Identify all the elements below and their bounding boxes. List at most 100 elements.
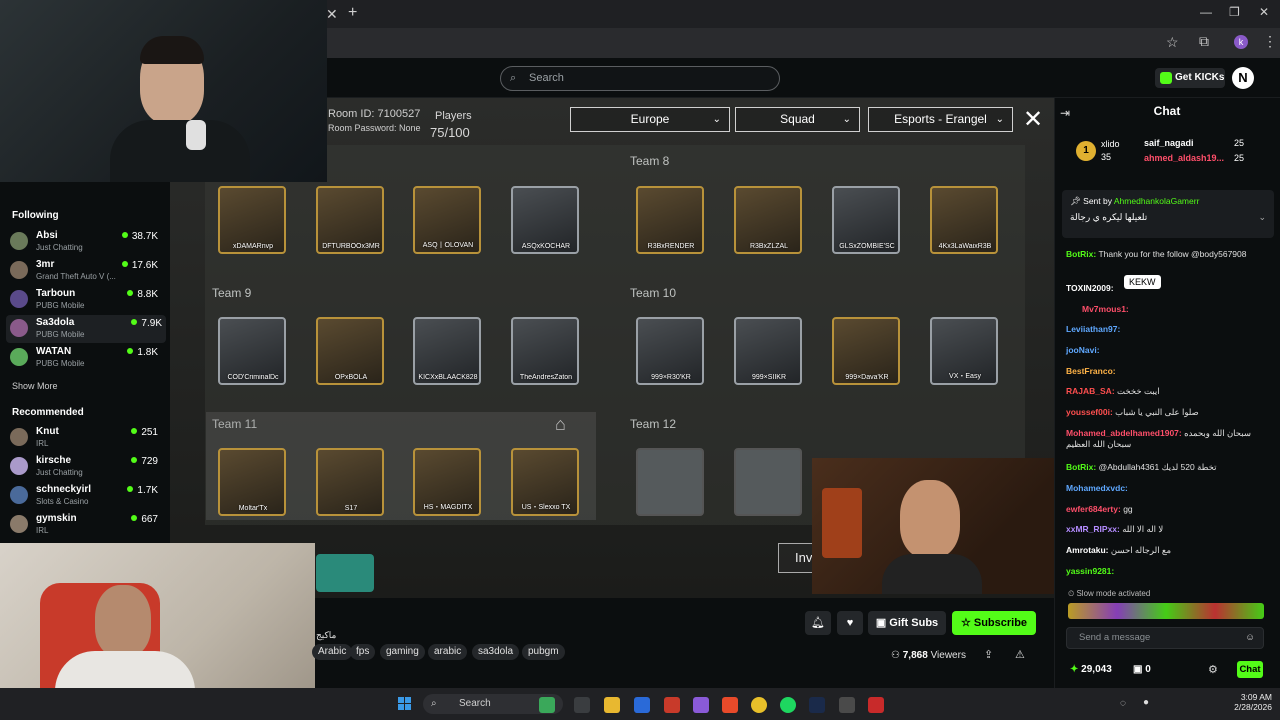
- chat-username[interactable]: xxMR_RIPxx:: [1066, 524, 1120, 534]
- gift-subs-button[interactable]: ▣ Gift Subs: [868, 611, 946, 635]
- region-dropdown[interactable]: Europe ⌄: [570, 107, 730, 132]
- network-icon[interactable]: ◌: [1120, 698, 1126, 709]
- chat-username[interactable]: Mohamed_abdelhamed1907:: [1066, 428, 1182, 438]
- task-view-icon[interactable]: [574, 697, 590, 713]
- sidebar-channel[interactable]: gymskin IRL 667: [10, 511, 162, 539]
- channel-avatar: [10, 486, 28, 504]
- menu-icon[interactable]: ⋮: [1263, 33, 1277, 50]
- redemptions[interactable]: ▣ 0: [1133, 664, 1151, 675]
- chat-username[interactable]: BestFranco:: [1066, 366, 1116, 376]
- chat-username[interactable]: BotRix:: [1066, 462, 1096, 472]
- search-placeholder: Search: [529, 72, 564, 84]
- gifter-name[interactable]: saif_nagadi: [1144, 138, 1194, 148]
- player-name: 999×Dava'KR: [845, 374, 889, 381]
- chat-username[interactable]: TOXIN2009:: [1066, 283, 1114, 293]
- room-password: Room Password: None: [328, 123, 421, 133]
- tag-chip[interactable]: Arabic: [312, 644, 353, 660]
- app-icon[interactable]: [722, 697, 738, 713]
- new-tab-icon[interactable]: +: [348, 4, 357, 22]
- viewer-count: 17.6K: [122, 260, 158, 271]
- emoji-icon[interactable]: ☺: [1245, 628, 1255, 648]
- sidebar-channel[interactable]: Knut IRL 251: [10, 424, 162, 452]
- channel-category: PUBG Mobile: [36, 301, 85, 310]
- room-info: Room ID: 7100527 Room Password: None: [328, 108, 421, 133]
- report-icon[interactable]: ⚠: [1015, 648, 1025, 661]
- lobby-close-icon[interactable]: ✕: [1020, 108, 1046, 134]
- maximize-icon[interactable]: ❐: [1229, 5, 1240, 19]
- tag-chip[interactable]: sa3dola: [472, 644, 520, 660]
- app-icon[interactable]: [664, 697, 680, 713]
- players-count: 75/100: [430, 125, 470, 140]
- channel-name: Absi: [36, 230, 58, 241]
- widgets-icon[interactable]: [539, 697, 555, 713]
- chat-message: BestFranco:: [1066, 366, 1266, 377]
- minimize-icon[interactable]: —: [1200, 5, 1212, 19]
- chat-username[interactable]: RAJAB_SA:: [1066, 386, 1115, 396]
- profile-icon[interactable]: k: [1234, 35, 1248, 49]
- mode-dropdown[interactable]: Squad ⌄: [735, 107, 860, 132]
- chat-username[interactable]: ewfer684erty:: [1066, 504, 1121, 514]
- sidebar-channel[interactable]: schneckyirl Slots & Casino 1.7K: [10, 482, 162, 510]
- chat-message: jooNavi:: [1066, 345, 1266, 356]
- player-card: Moltar'Tx: [218, 448, 286, 516]
- window-close-icon[interactable]: ✕: [1259, 5, 1269, 19]
- tag-chip[interactable]: fps: [350, 644, 376, 660]
- chrome-icon[interactable]: [751, 697, 767, 713]
- get-kicks-button[interactable]: Get KICKs: [1155, 68, 1225, 88]
- close-tab-icon[interactable]: ✕: [326, 6, 338, 23]
- map-dropdown[interactable]: Esports - Erangel ⌄: [868, 107, 1013, 132]
- steam-icon[interactable]: [809, 697, 825, 713]
- pinned-user[interactable]: AhmedhankolaGamerr: [1114, 196, 1200, 206]
- player-card: ASQ丨OLOVAN: [413, 186, 481, 254]
- category-link[interactable]: ماكيج: [316, 630, 336, 641]
- chat-username[interactable]: Mv7mous1:: [1082, 304, 1129, 314]
- extensions-icon[interactable]: ⧉: [1199, 33, 1209, 50]
- user-avatar[interactable]: N: [1232, 67, 1254, 89]
- discord-icon[interactable]: [693, 697, 709, 713]
- player-name: DFTURBOOx3MR: [322, 243, 380, 250]
- notification-bell-button[interactable]: 🔔︎: [805, 611, 831, 635]
- invite-button[interactable]: Inv: [778, 543, 814, 573]
- share-icon[interactable]: ⇪: [984, 648, 993, 661]
- emote-quick-bar[interactable]: [1068, 603, 1264, 619]
- app-icon[interactable]: [868, 697, 884, 713]
- sidebar-channel[interactable]: Tarboun PUBG Mobile 8.8K: [10, 286, 162, 314]
- search-input[interactable]: ⌕ Search: [500, 66, 780, 91]
- subscribe-button[interactable]: ☆ Subscribe: [952, 611, 1036, 635]
- show-more-link[interactable]: Show More: [12, 381, 58, 391]
- chat-username[interactable]: Amrotaku:: [1066, 545, 1109, 555]
- bookmark-star-icon[interactable]: ☆: [1166, 34, 1179, 51]
- chat-input[interactable]: Send a message ☺: [1066, 627, 1264, 649]
- sidebar-channel[interactable]: WATAN PUBG Mobile 1.8K: [10, 344, 162, 372]
- chat-settings-icon[interactable]: ⚙: [1208, 663, 1218, 676]
- chat-username[interactable]: Mohamedxvdc:: [1066, 483, 1128, 493]
- channel-points[interactable]: ✦ 29,043: [1070, 664, 1112, 675]
- file-explorer-icon[interactable]: [604, 697, 620, 713]
- chat-username[interactable]: Leviiathan97:: [1066, 324, 1120, 334]
- gifter-name[interactable]: xlido: [1101, 139, 1120, 149]
- chat-username[interactable]: yassin9281:: [1066, 566, 1114, 576]
- chat-username[interactable]: youssef00i:: [1066, 407, 1113, 417]
- windows-start-icon[interactable]: [398, 697, 412, 711]
- store-icon[interactable]: [634, 697, 650, 713]
- taskbar-clock[interactable]: 3:09 AM 2/28/2026: [1232, 692, 1272, 712]
- mic-icon[interactable]: ●: [1143, 697, 1149, 708]
- empty-slot: [636, 448, 704, 516]
- tag-chip[interactable]: arabic: [428, 644, 468, 660]
- spotify-icon[interactable]: [780, 697, 796, 713]
- tag-chip[interactable]: gaming: [380, 644, 425, 660]
- sidebar-channel[interactable]: kirsche Just Chatting 729: [10, 453, 162, 481]
- gifter-name[interactable]: ahmed_aldash19...: [1144, 153, 1224, 163]
- channel-name: kirsche: [36, 455, 72, 466]
- player-name: TheAndresZaton: [519, 374, 573, 381]
- expand-pinned-icon[interactable]: ⌄: [1258, 212, 1266, 223]
- chat-username[interactable]: jooNavi:: [1066, 345, 1100, 355]
- chat-send-button[interactable]: Chat: [1237, 661, 1263, 678]
- tag-chip[interactable]: pubgm: [522, 644, 565, 660]
- sidebar-channel[interactable]: 3mr Grand Theft Auto V (... 17.6K: [10, 257, 162, 285]
- sidebar-channel-active[interactable]: Sa3dola PUBG Mobile 7.9K: [6, 315, 166, 343]
- chat-username[interactable]: BotRix:: [1066, 249, 1096, 259]
- app-icon[interactable]: [839, 697, 855, 713]
- sidebar-channel[interactable]: Absi Just Chatting 38.7K: [10, 228, 162, 256]
- follow-heart-button[interactable]: ♥: [837, 611, 863, 635]
